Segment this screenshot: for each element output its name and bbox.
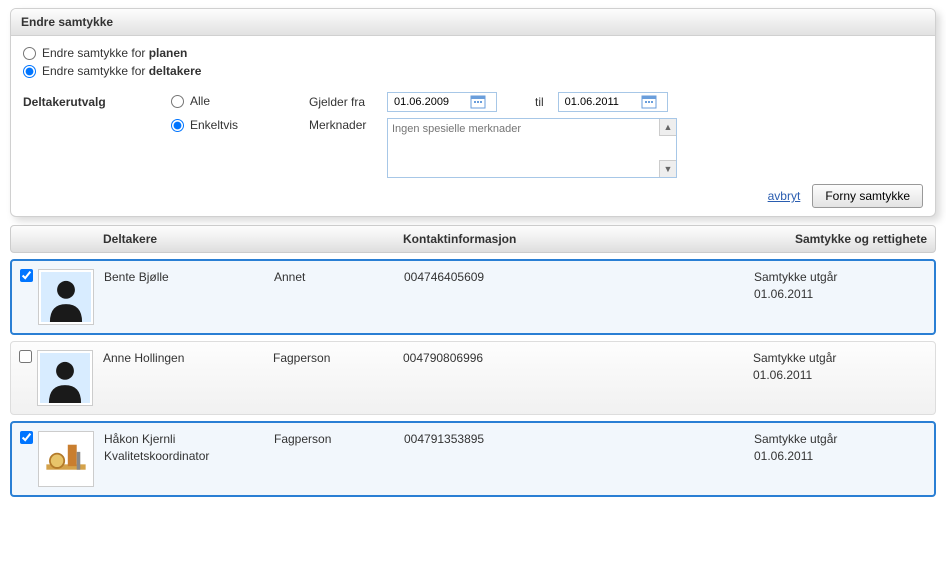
participant-contact: 004746405609 [404,269,754,286]
participant-role: Fagperson [274,431,404,448]
participant-name: Bente Bjølle [104,269,274,286]
radio-individual[interactable]: Enkeltvis [171,118,301,132]
notes-textarea[interactable] [388,119,658,177]
from-date-input[interactable] [392,95,470,109]
consent-panel: Endre samtykke Endre samtykke for planen… [10,8,936,217]
radio-participants[interactable]: Endre samtykke for deltakere [23,64,923,78]
calendar-icon[interactable] [641,94,657,110]
participant-row[interactable]: Bente BjølleAnnet004746405609Samtykke ut… [10,259,936,335]
header-consent: Samtykke og rettighete [753,232,927,246]
participant-name: Håkon KjernliKvalitetskoordinator [104,431,274,465]
notes-label: Merknader [309,118,379,132]
from-date-field[interactable] [387,92,497,112]
participant-row[interactable]: Anne HollingenFagperson004790806996Samty… [10,341,936,415]
avatar [37,350,93,406]
participant-contact: 004790806996 [403,350,753,367]
notes-field[interactable]: ▲ ▼ [387,118,677,178]
radio-participants-input[interactable] [23,65,36,78]
scroll-up-icon[interactable]: ▲ [659,119,676,136]
row-checkbox[interactable] [20,431,33,444]
radio-all[interactable]: Alle [171,94,301,108]
participant-name: Anne Hollingen [103,350,273,367]
header-contact: Kontaktinformasjon [403,232,753,246]
participant-contact: 004791353895 [404,431,754,448]
participant-subtitle: Kvalitetskoordinator [104,448,274,465]
to-date-field[interactable] [558,92,668,112]
radio-participants-label: Endre samtykke for deltakere [42,64,201,78]
radio-individual-input[interactable] [171,119,184,132]
participant-role: Annet [274,269,404,286]
radio-individual-label: Enkeltvis [190,118,238,132]
radio-all-label: Alle [190,94,210,108]
radio-plan-label: Endre samtykke for planen [42,46,187,60]
row-checkbox[interactable] [19,350,32,363]
avatar [38,269,94,325]
header-participants: Deltakere [103,232,403,246]
to-date-input[interactable] [563,95,641,109]
panel-title: Endre samtykke [11,9,935,36]
row-checkbox[interactable] [20,269,33,282]
from-date-label: Gjelder fra [309,95,379,109]
cancel-link[interactable]: avbryt [768,189,801,203]
radio-plan[interactable]: Endre samtykke for planen [23,46,923,60]
participant-role: Fagperson [273,350,403,367]
to-date-label: til [535,95,544,109]
participant-consent: Samtykke utgår01.06.2011 [754,269,926,303]
participant-consent: Samtykke utgår01.06.2011 [753,350,927,384]
calendar-icon[interactable] [470,94,486,110]
radio-all-input[interactable] [171,95,184,108]
avatar [38,431,94,487]
renew-consent-button[interactable]: Forny samtykke [812,184,923,208]
consent-scope-group: Endre samtykke for planen Endre samtykke… [23,46,923,78]
radio-plan-input[interactable] [23,47,36,60]
selection-label: Deltakerutvalg [23,92,163,109]
participants-rows: Bente BjølleAnnet004746405609Samtykke ut… [10,259,936,497]
participants-grid-header: Deltakere Kontaktinformasjon Samtykke og… [10,225,936,253]
participant-consent: Samtykke utgår01.06.2011 [754,431,926,465]
scroll-down-icon[interactable]: ▼ [659,160,676,177]
participant-row[interactable]: Håkon KjernliKvalitetskoordinatorFagpers… [10,421,936,497]
